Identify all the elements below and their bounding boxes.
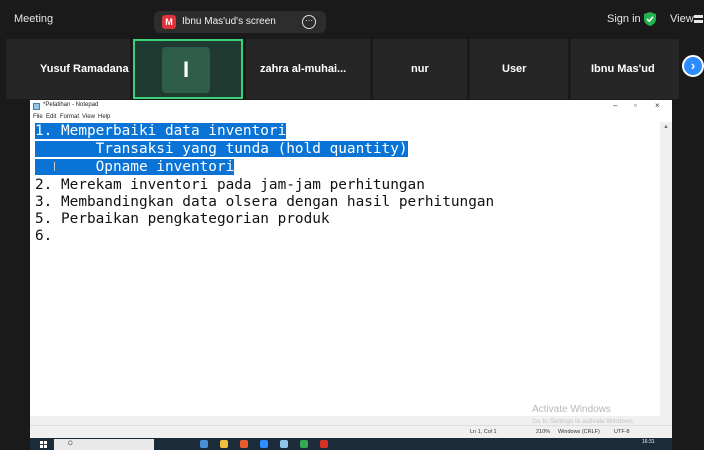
selected-text: Opname inventori <box>35 159 235 175</box>
notepad-icon <box>33 103 40 110</box>
participant-tile[interactable]: User <box>470 39 568 99</box>
ibeam-cursor-icon <box>54 162 58 171</box>
menu-help[interactable]: Help <box>98 114 110 120</box>
restore-icon[interactable]: ▫ <box>634 101 637 110</box>
encoding: UTF-8 <box>614 429 630 435</box>
text-line: Transaksi yang tunda (hold quantity) <box>35 141 408 158</box>
participant-tile[interactable]: Ibnu Mas'ud <box>571 39 679 99</box>
zoom-level: 210% <box>536 429 551 435</box>
text-line: 5. Perbaikan pengkategorian produk <box>35 211 330 227</box>
windows-taskbar: O 16:31 <box>30 438 672 450</box>
notepad-text-area[interactable]: 1. Memperbaiki data inventori Transaksi … <box>30 122 660 416</box>
notepad-status-bar: Ln 1, Col 1 210% Windows (CRLF) UTF-8 <box>30 425 672 438</box>
chrome-icon[interactable] <box>300 440 308 448</box>
share-label: Ibnu Mas'ud's screen <box>182 16 276 27</box>
participant-name: User <box>502 63 527 75</box>
zoom-top-bar: Meeting M Ibnu Mas'ud's screen ⋯ Sign in… <box>0 0 704 38</box>
menu-view[interactable]: View <box>82 114 95 120</box>
share-badge: M <box>162 15 176 29</box>
participant-name: nur <box>411 63 429 75</box>
participant-tile[interactable]: Yusuf Ramadana <box>6 39 130 99</box>
shared-notepad-window: *Pelatihan - Notepad – ▫ × File Edit For… <box>30 100 672 438</box>
menu-format[interactable]: Format <box>60 114 79 120</box>
activate-windows-watermark: Activate Windows <box>532 404 611 415</box>
vertical-scrollbar[interactable]: ▲ <box>660 122 672 428</box>
participant-name: Yusuf Ramadana <box>40 63 129 75</box>
windows-start-icon[interactable] <box>40 441 47 448</box>
minimize-icon[interactable]: – <box>613 101 617 110</box>
avatar-initial: I <box>182 57 190 82</box>
browser-icon[interactable] <box>240 440 248 448</box>
shield-check-icon <box>644 12 656 26</box>
menu-file[interactable]: File <box>33 114 43 120</box>
notepad-app-icon[interactable] <box>280 440 288 448</box>
text-line: 1. Memperbaiki data inventori <box>35 123 287 140</box>
avatar: I <box>162 47 210 93</box>
selected-text: 1. Memperbaiki data inventori <box>35 123 287 139</box>
taskbar-clock: 16:31 <box>642 439 655 445</box>
selected-text: Transaksi yang tunda (hold quantity) <box>35 141 408 157</box>
text-line: 3. Membandingkan data olsera dengan hasi… <box>35 194 495 210</box>
taskview-icon[interactable] <box>200 440 208 448</box>
app-title: Meeting <box>14 13 54 25</box>
notepad-title-bar: *Pelatihan - Notepad – ▫ × <box>30 100 672 113</box>
text-line: 6. <box>35 228 53 244</box>
search-placeholder: O <box>68 441 73 447</box>
participant-strip: Yusuf Ramadana I zahra al-muhai... nur U… <box>0 38 704 100</box>
text-line: Opname inventori <box>35 159 235 176</box>
participant-tile-active-speaker[interactable]: I <box>133 39 243 99</box>
more-options-icon[interactable]: ⋯ <box>302 15 316 29</box>
grid-view-icon[interactable] <box>694 15 703 23</box>
next-page-chevron-icon[interactable]: › <box>682 55 704 77</box>
scroll-up-icon[interactable]: ▲ <box>663 124 669 130</box>
taskbar-search-box[interactable]: O <box>54 439 154 450</box>
notepad-menu-bar: File Edit Format View Help <box>30 113 672 122</box>
line-ending: Windows (CRLF) <box>558 429 600 435</box>
participant-name: Ibnu Mas'ud <box>591 63 655 75</box>
view-button[interactable]: View <box>670 13 694 25</box>
screen-share-indicator[interactable]: M Ibnu Mas'ud's screen ⋯ <box>154 11 326 33</box>
close-icon[interactable]: × <box>655 101 660 110</box>
cursor-position: Ln 1, Col 1 <box>470 429 497 435</box>
zoom-app-icon[interactable] <box>260 440 268 448</box>
menu-edit[interactable]: Edit <box>46 114 56 120</box>
activate-windows-subtext: Go to Settings to activate Windows. <box>532 418 635 425</box>
participant-tile[interactable]: zahra al-muhai... <box>246 39 370 99</box>
app-icon[interactable] <box>320 440 328 448</box>
text-line: 2. Merekam inventori pada jam-jam perhit… <box>35 177 425 193</box>
participant-tile[interactable]: nur <box>373 39 467 99</box>
sign-in-link[interactable]: Sign in <box>607 13 641 25</box>
file-explorer-icon[interactable] <box>220 440 228 448</box>
notepad-title: *Pelatihan - Notepad <box>43 102 99 108</box>
participant-name: zahra al-muhai... <box>260 63 347 75</box>
